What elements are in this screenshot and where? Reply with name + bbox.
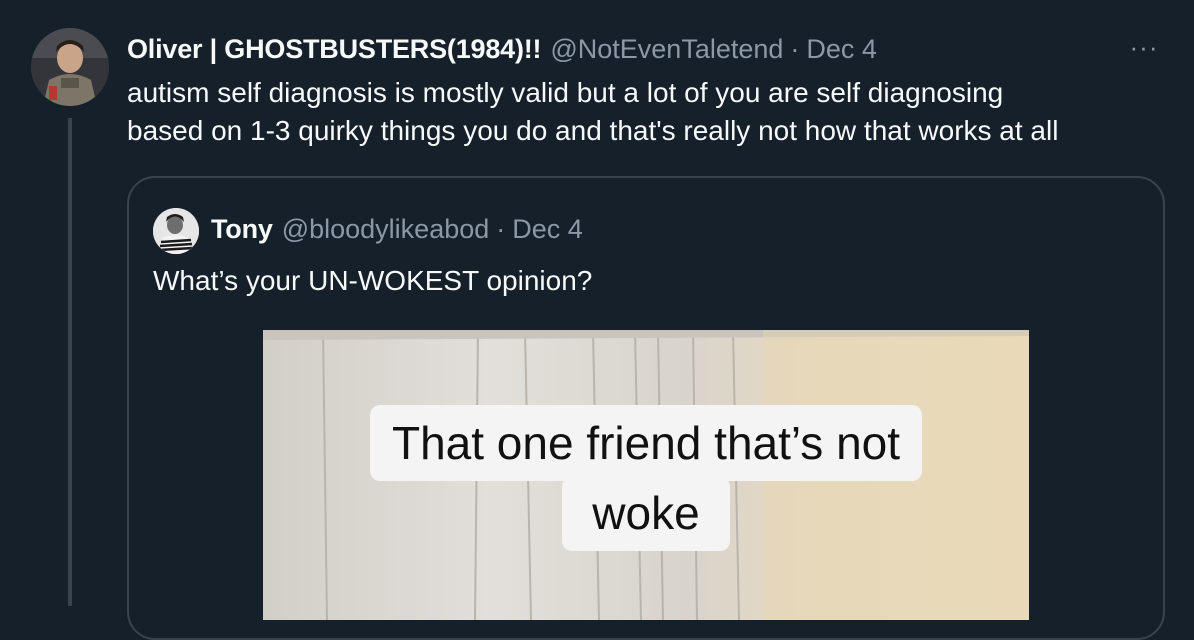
more-horizontal-icon[interactable]: ··· [1124,34,1164,64]
media-caption-line: woke [562,477,730,551]
tweet-date[interactable]: Dec 4 [806,34,877,65]
tweet[interactable]: Oliver | GHOSTBUSTERS(1984)!! @NotEvenTa… [0,0,1194,640]
media-caption: That one friend that’s not woke [263,405,1029,551]
separator-dot: · [496,213,506,244]
quoted-tweet[interactable]: Tony @bloodylikeabod · Dec 4 What’s your… [127,176,1165,640]
quoted-author-avatar[interactable] [153,208,199,254]
author-avatar[interactable] [31,28,109,106]
tweet-text-line: autism self diagnosis is mostly valid bu… [127,77,1004,108]
media-caption-line: That one friend that’s not [369,405,923,481]
author-handle[interactable]: @NotEvenTaletend [550,34,783,65]
quoted-author-name[interactable]: Tony [211,214,273,245]
quoted-author-handle[interactable]: @bloodylikeabod [282,214,490,245]
quoted-tweet-header: Tony @bloodylikeabod · Dec 4 [211,209,583,249]
thread-line [68,118,72,606]
quoted-tweet-media[interactable]: That one friend that’s not woke [263,330,1029,620]
separator-dot: · [790,33,800,64]
author-name[interactable]: Oliver | GHOSTBUSTERS(1984)!! [127,34,542,65]
quoted-tweet-date[interactable]: Dec 4 [512,214,583,245]
quoted-tweet-text: What’s your UN-WOKEST opinion? [153,265,593,296]
tweet-text: autism self diagnosis is mostly valid bu… [127,74,1177,150]
tweet-header: Oliver | GHOSTBUSTERS(1984)!! @NotEvenTa… [127,30,877,68]
tweet-text-line: based on 1-3 quirky things you do and th… [127,115,1059,146]
